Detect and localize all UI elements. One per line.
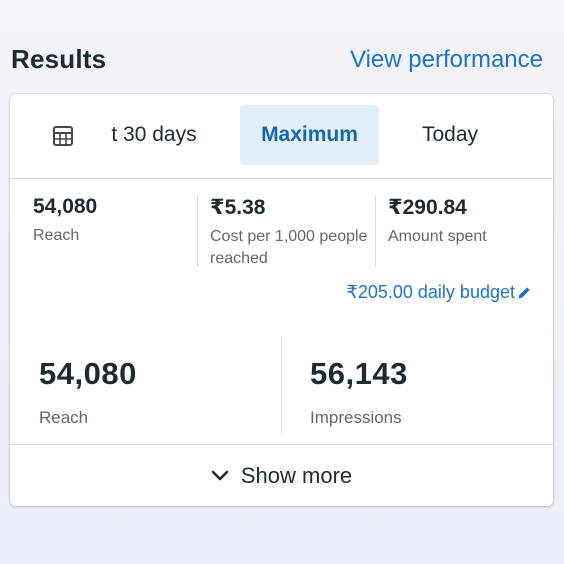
divider [281, 338, 282, 434]
results-header: Results View performance [0, 0, 564, 94]
metric-label: Impressions [310, 408, 402, 427]
metric-label: Reach [39, 408, 89, 427]
calendar-icon[interactable] [51, 124, 75, 148]
daily-budget-link[interactable]: ₹205.00 daily budget [346, 282, 531, 303]
view-performance-link[interactable]: View performance [350, 46, 543, 74]
date-range-tabs: t 30 days Maximum Today [10, 94, 553, 179]
summary-label: Amount spent [388, 228, 487, 245]
divider [375, 195, 376, 267]
metric-value: 54,080 [39, 356, 137, 391]
page-title: Results [11, 44, 107, 74]
metric-value: 56,143 [310, 356, 408, 391]
summary-label: Reach [33, 227, 80, 244]
tab-today[interactable]: Today [400, 105, 500, 165]
metric-impressions: 56,143 Impressions [310, 356, 408, 428]
summary-value: ₹5.38 [210, 196, 266, 219]
summary-label: Cost per 1,000 people reached [210, 228, 368, 267]
summary-cost-per-1000: ₹5.38 Cost per 1,000 people reached [210, 195, 370, 270]
summary-value: 54,080 [33, 195, 98, 218]
results-card: t 30 days Maximum Today 54,080 Reach ₹5.… [10, 94, 553, 506]
tab-maximum[interactable]: Maximum [240, 105, 379, 165]
divider [197, 195, 198, 267]
show-more-button[interactable]: Show more [10, 445, 553, 506]
metric-reach: 54,080 Reach [39, 356, 137, 428]
show-more-label: Show more [240, 462, 353, 488]
pencil-icon[interactable] [517, 286, 531, 300]
tab-last-30-days[interactable]: t 30 days [94, 105, 214, 165]
summary-amount-spent: ₹290.84 Amount spent [388, 195, 548, 248]
summary-row: 54,080 Reach ₹5.38 Cost per 1,000 people… [10, 179, 553, 279]
chevron-down-icon [211, 470, 229, 480]
summary-reach: 54,080 Reach [33, 195, 193, 247]
daily-budget-text: ₹205.00 daily budget [346, 282, 515, 302]
summary-value: ₹290.84 [388, 196, 467, 219]
